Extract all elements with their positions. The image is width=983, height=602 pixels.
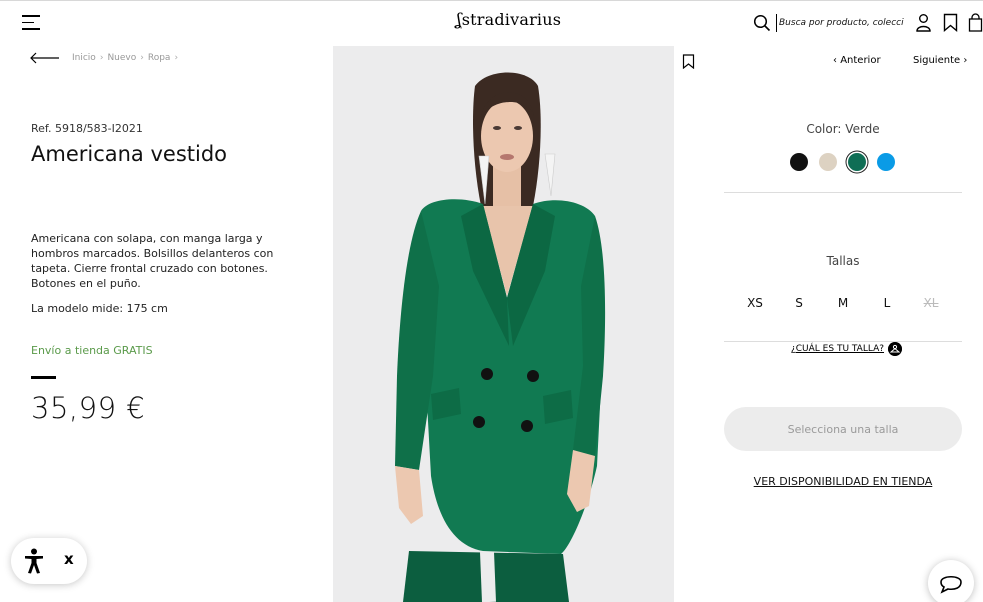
add-to-cart-button[interactable]: Selecciona una talla (724, 407, 962, 451)
product-description: Americana con solapa, con manga larga y … (31, 232, 274, 290)
brand-name: stradivarius (461, 10, 562, 29)
swatch-beige[interactable] (819, 153, 837, 171)
chevron-right-icon: › (174, 53, 179, 63)
product-title: Americana vestido (31, 142, 228, 166)
chevron-left-icon: ‹ (833, 55, 837, 66)
bookmark-icon[interactable] (682, 54, 695, 69)
size-xl[interactable]: XL (909, 296, 953, 310)
breadcrumb-item-nuevo[interactable]: Nuevo (107, 53, 136, 63)
size-guide-label: ¿CUÁL ES TU TALLA? (791, 344, 885, 354)
color-swatches (790, 153, 895, 171)
chevron-right-icon: › (963, 55, 968, 66)
swatch-black[interactable] (790, 153, 808, 171)
bag-icon[interactable] (968, 13, 983, 32)
chat-bubble-icon (940, 575, 962, 594)
breadcrumb: Inicio › Nuevo › Ropa › (72, 53, 178, 63)
chevron-right-icon: › (99, 53, 104, 63)
size-guide-link[interactable]: ¿CUÁL ES TU TALLA? (791, 342, 903, 356)
product-image[interactable] (333, 46, 674, 602)
accessibility-icon[interactable] (23, 548, 45, 574)
next-product-link[interactable]: Siguiente › (913, 55, 967, 66)
close-icon[interactable]: x (64, 550, 74, 568)
prev-label: Anterior (840, 55, 881, 66)
model-illustration (333, 46, 674, 602)
search-icon[interactable] (753, 14, 771, 32)
divider (724, 192, 962, 193)
chat-button[interactable] (928, 560, 974, 602)
back-arrow-icon[interactable] (30, 52, 60, 64)
size-m[interactable]: M (821, 296, 865, 310)
size-l[interactable]: L (865, 296, 909, 310)
color-label: Color: Verde (806, 122, 880, 136)
swatch-blue[interactable] (877, 153, 895, 171)
hanger-icon (888, 342, 903, 356)
size-s[interactable]: S (777, 296, 821, 310)
brand-logo[interactable]: ʆstradivarius (456, 10, 561, 30)
product-price: 35,99 € (31, 391, 146, 425)
size-options: XS S M L XL (733, 296, 953, 310)
menu-icon[interactable] (22, 15, 40, 31)
accessibility-widget: x (11, 538, 87, 584)
price-divider (31, 376, 56, 379)
next-label: Siguiente (913, 55, 961, 66)
shipping-info: Envío a tienda GRATIS (31, 344, 153, 357)
model-height: La modelo mide: 175 cm (31, 302, 168, 315)
breadcrumb-item-ropa[interactable]: Ropa (148, 53, 171, 63)
prev-product-link[interactable]: ‹ Anterior (833, 55, 881, 66)
wishlist-icon[interactable] (942, 13, 959, 32)
swatch-green[interactable] (848, 153, 866, 171)
sizes-label: Tallas (826, 254, 860, 268)
user-icon[interactable] (915, 13, 932, 32)
breadcrumb-item-inicio[interactable]: Inicio (72, 53, 96, 63)
size-xs[interactable]: XS (733, 296, 777, 310)
product-ref: Ref. 5918/583-I2021 (31, 122, 143, 135)
search-input[interactable] (776, 14, 904, 32)
top-header: ʆstradivarius (0, 0, 983, 44)
store-availability-link[interactable]: VER DISPONIBILIDAD EN TIENDA (724, 475, 962, 488)
chevron-right-icon: › (140, 53, 144, 63)
